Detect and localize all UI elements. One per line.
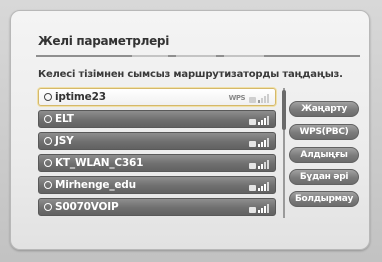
list-scrollbar[interactable] (282, 88, 286, 218)
network-ssid: Mirhenge_edu (55, 179, 136, 191)
radio-icon (44, 137, 52, 145)
network-item-elt[interactable]: ELT (38, 110, 276, 128)
lock-icon (249, 207, 256, 213)
lock-icon (249, 97, 256, 103)
network-status-icons (249, 114, 269, 125)
signal-strength-icon (258, 93, 269, 103)
signal-strength-icon (258, 203, 269, 213)
lock-icon (249, 141, 256, 147)
network-ssid: S0070VOIP (55, 201, 119, 213)
signal-strength-icon (258, 159, 269, 169)
scrollbar-thumb[interactable] (282, 90, 286, 130)
network-status-icons: WPS (229, 92, 269, 103)
network-ssid: KT_WLAN_C361 (55, 157, 144, 169)
next-button[interactable]: Бұдан әрі (289, 169, 359, 185)
network-status-icons (249, 136, 269, 147)
lock-icon (249, 163, 256, 169)
network-status-icons (249, 202, 269, 213)
radio-icon (44, 181, 52, 189)
wps-pbc-button[interactable]: WPS(PBC) (289, 124, 359, 140)
network-ssid: iptime23 (55, 91, 106, 103)
network-ssid: ELT (55, 113, 74, 125)
radio-icon (44, 203, 52, 211)
radio-icon (44, 115, 52, 123)
signal-strength-icon (258, 115, 269, 125)
instruction-text: Келесі тізімнен сымсыз маршрутизаторды т… (38, 69, 343, 80)
tv-screen: Желі параметрлері Келесі тізімнен сымсыз… (0, 0, 382, 262)
radio-icon (44, 93, 52, 101)
previous-button[interactable]: Алдыңғы (289, 147, 359, 163)
network-status-icons (249, 158, 269, 169)
network-item-jsy[interactable]: JSY (38, 132, 276, 150)
lock-icon (249, 119, 256, 125)
radio-icon (44, 159, 52, 167)
network-item-s0070voip[interactable]: S0070VOIP (38, 198, 276, 216)
dialog-title: Желі параметрлері (38, 34, 170, 48)
network-status-icons (249, 180, 269, 191)
cancel-button[interactable]: Болдырмау (289, 191, 359, 207)
refresh-button[interactable]: Жаңарту (289, 101, 359, 117)
network-item-mirhenge-edu[interactable]: Mirhenge_edu (38, 176, 276, 194)
signal-strength-icon (258, 181, 269, 191)
network-ssid: JSY (55, 135, 74, 147)
title-divider (36, 55, 360, 57)
network-item-iptime23[interactable]: iptime23 WPS (38, 88, 276, 106)
signal-strength-icon (258, 137, 269, 147)
lock-icon (249, 185, 256, 191)
network-item-kt-wlan-c361[interactable]: KT_WLAN_C361 (38, 154, 276, 172)
wps-badge: WPS (228, 94, 246, 102)
